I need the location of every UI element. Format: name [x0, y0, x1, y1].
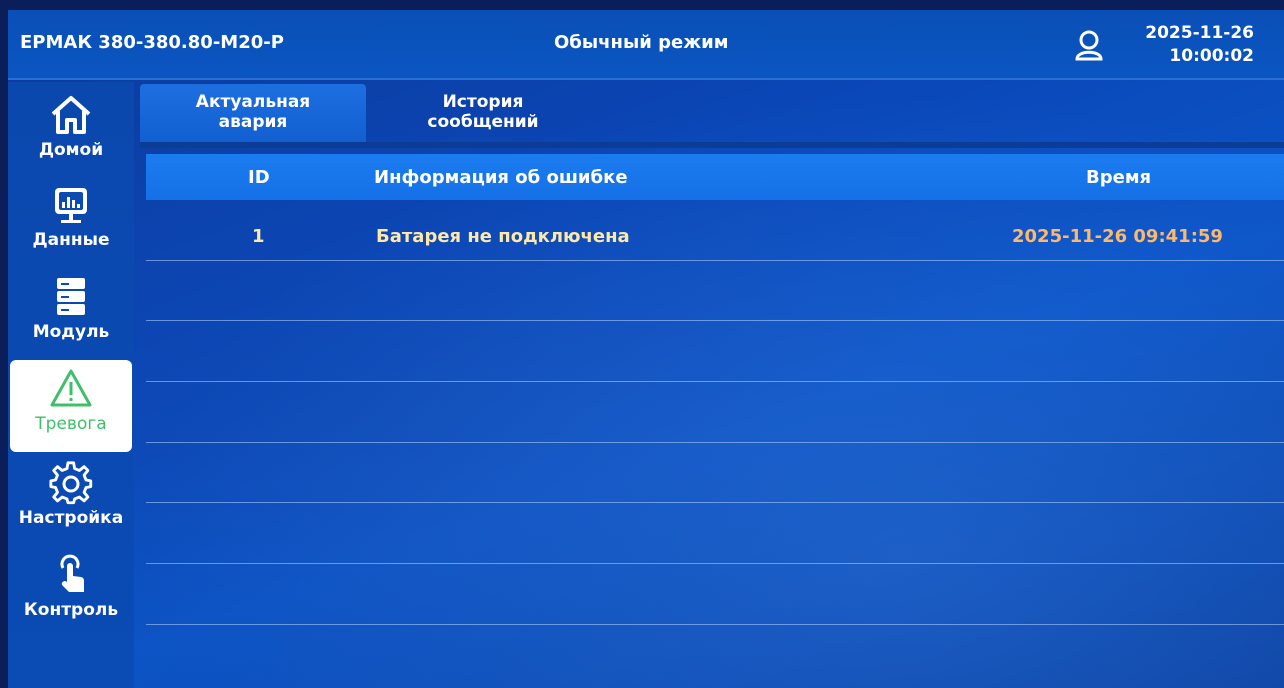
table-row[interactable]: 1 Батарея не подключена 2025-11-26 09:41… — [146, 206, 1284, 266]
hmi-screen: ЕРМАК 380-380.80-М20-Р Обычный режим 202… — [8, 10, 1284, 688]
sidebar-item-home[interactable]: Домой — [10, 86, 132, 178]
sidebar-item-data[interactable]: Данные — [10, 176, 132, 268]
row-divider — [146, 442, 1284, 443]
top-bar: ЕРМАК 380-380.80-М20-Р Обычный режим 202… — [8, 10, 1284, 80]
tab-label-line2: сообщений — [427, 112, 539, 132]
tab-message-history[interactable]: История сообщений — [370, 84, 596, 142]
row-divider — [146, 260, 1284, 261]
user-icon[interactable] — [1072, 28, 1106, 62]
row-divider — [146, 381, 1284, 382]
date-text: 2025-11-26 — [1145, 23, 1254, 43]
column-header-info: Информация об ошибке — [374, 167, 628, 188]
cell-info: Батарея не подключена — [376, 226, 630, 247]
row-divider — [146, 624, 1284, 625]
datetime: 2025-11-26 10:00:02 — [1145, 22, 1254, 68]
row-divider — [146, 502, 1284, 503]
sidebar-item-label: Данные — [32, 230, 110, 250]
row-divider — [146, 563, 1284, 564]
table-header: ID Информация об ошибке Время — [146, 154, 1284, 200]
tab-label-line1: Актуальная — [195, 92, 311, 112]
row-divider — [146, 320, 1284, 321]
sidebar: Домой Данные Модуль Тревога Настройка Ко… — [8, 82, 134, 688]
server-rack-icon — [57, 278, 85, 315]
mode-title: Обычный режим — [554, 32, 729, 53]
cell-time: 2025-11-26 09:41:59 — [1012, 226, 1223, 247]
tab-underline — [140, 142, 1284, 148]
sidebar-item-label: Контроль — [23, 600, 119, 620]
sidebar-item-settings[interactable]: Настройка — [10, 454, 132, 546]
sidebar-item-control[interactable]: Контроль — [10, 546, 132, 638]
warning-triangle-icon — [50, 369, 92, 407]
tab-current-alarm[interactable]: Актуальная авария — [140, 84, 366, 142]
cell-id: 1 — [252, 226, 265, 247]
sidebar-item-alarm[interactable]: Тревога — [10, 360, 132, 452]
tab-label-line1: История — [442, 92, 524, 112]
tab-label-line2: авария — [218, 112, 288, 132]
sidebar-item-label: Тревога — [35, 414, 107, 434]
sidebar-item-label: Домой — [38, 140, 104, 160]
sidebar-item-module[interactable]: Модуль — [10, 268, 132, 360]
column-header-time: Время — [1086, 167, 1152, 188]
sidebar-item-label: Модуль — [32, 322, 110, 342]
gear-icon — [49, 461, 93, 505]
touch-hand-icon — [60, 554, 85, 592]
time-text: 10:00:02 — [1169, 46, 1254, 66]
home-icon — [51, 96, 91, 134]
sidebar-item-label: Настройка — [18, 508, 124, 528]
device-name: ЕРМАК 380-380.80-М20-Р — [20, 32, 284, 53]
monitor-chart-icon — [55, 188, 87, 223]
column-header-id: ID — [248, 167, 270, 188]
